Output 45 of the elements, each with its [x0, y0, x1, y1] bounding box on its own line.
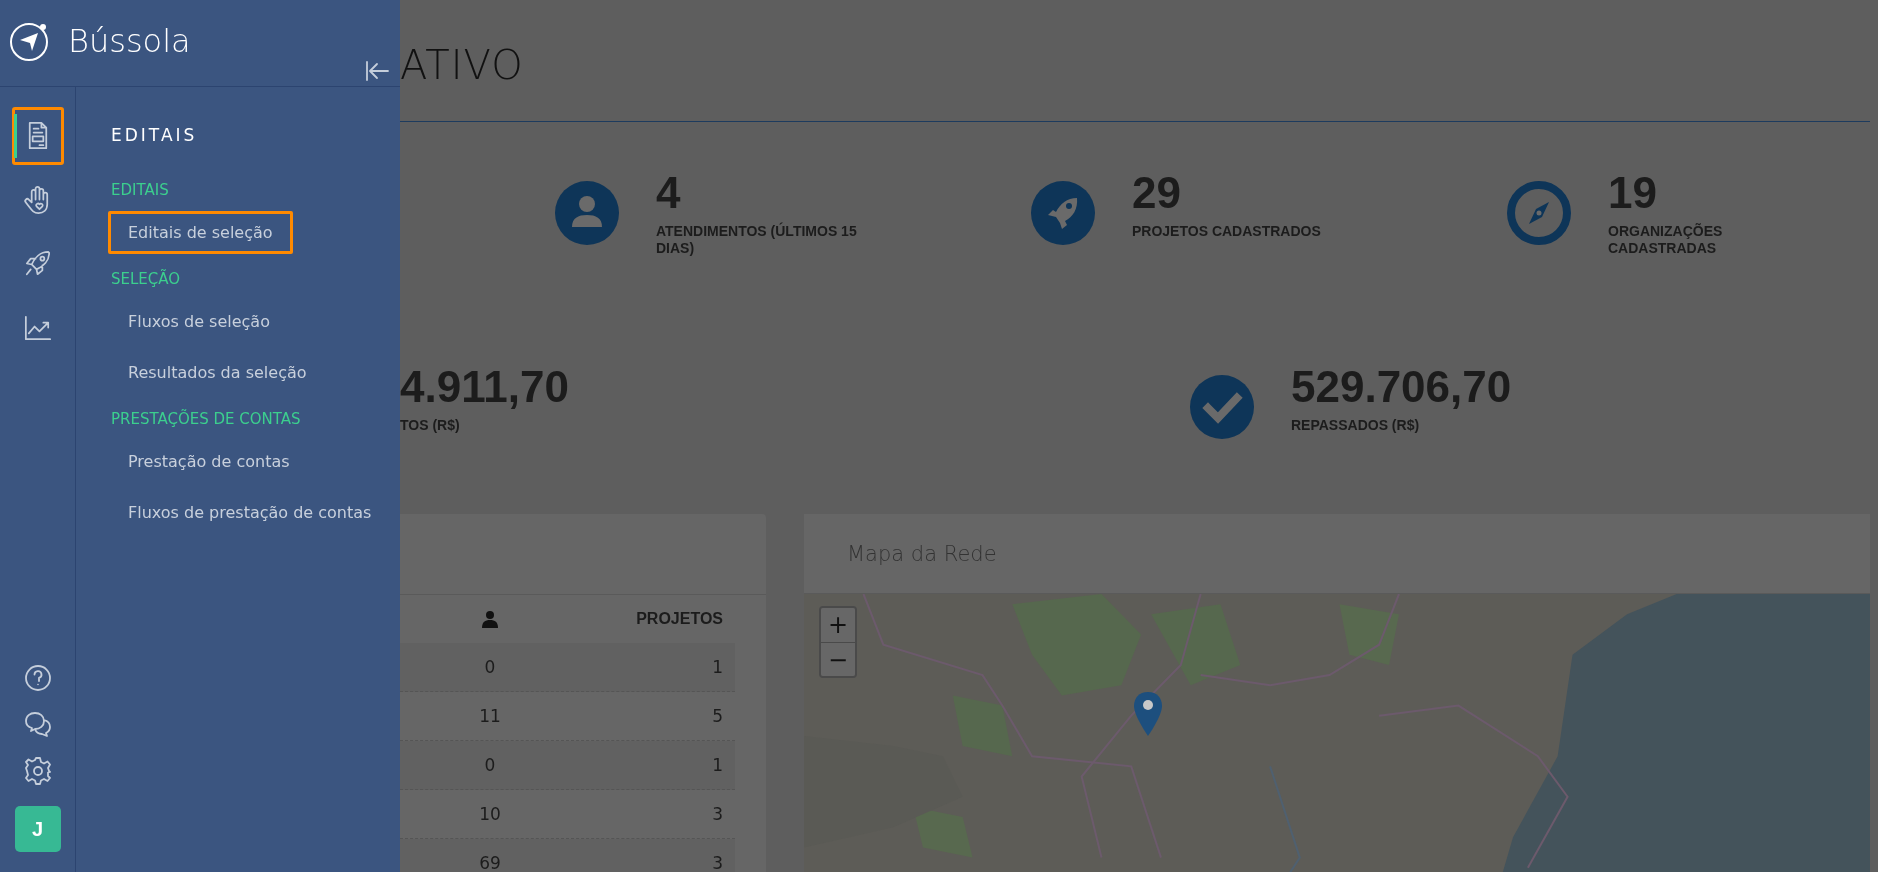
user-avatar[interactable]: J [14, 806, 61, 852]
compass-icon [1507, 181, 1571, 245]
menu-section-label: EDITAIS [111, 181, 170, 199]
table-cell-text: 3 [711, 804, 724, 824]
stat-label: PROJETOS CADASTRADOS [1132, 223, 1321, 240]
person-icon [555, 181, 619, 245]
active-indicator [13, 114, 17, 158]
menu-heading: EDITAIS [111, 125, 199, 145]
table-cell-text: 69 [478, 853, 502, 872]
stat-label: ATENDIMENTOS (ÚLTIMOS 15 DIAS) [656, 223, 858, 257]
column-header: PROJETOS [635, 610, 724, 628]
table-cell-text: 1 [711, 657, 724, 677]
person-icon [482, 610, 498, 628]
rocket-icon [1031, 181, 1095, 245]
stat-value: 29 [1132, 169, 1182, 217]
menu-item[interactable]: Fluxos de prestação de contas [108, 491, 392, 534]
zoom-out-button[interactable]: − [821, 642, 855, 676]
collapse-icon[interactable] [364, 60, 390, 82]
stat-label: TOS (R$) [400, 417, 461, 434]
table-cell-text: 10 [478, 804, 502, 824]
menu-item[interactable]: Fluxos de seleção [108, 300, 290, 343]
zoom-in-button[interactable]: + [821, 608, 855, 642]
table-cell-text: 1 [711, 755, 724, 775]
table-cell-text: 3 [711, 853, 724, 872]
menu-section-label: SELEÇÃO [111, 270, 182, 288]
menu-item[interactable]: Editais de seleção [108, 211, 293, 254]
stat-label: REPASSADOS (R$) [1291, 417, 1421, 434]
menu-item[interactable]: Resultados da seleção [108, 351, 327, 394]
table-cell-text: 5 [711, 706, 724, 726]
logo-icon [8, 20, 50, 62]
nav-button[interactable] [11, 107, 64, 165]
menu-section-label: PRESTAÇÕES DE CONTAS [111, 410, 302, 428]
page-title: ATIVO [400, 41, 525, 90]
check-icon [1190, 375, 1254, 439]
brand-name: Bússola [68, 21, 191, 62]
stat-value: 19 [1608, 169, 1658, 217]
table-cell-text: 0 [483, 755, 497, 775]
menu-item[interactable]: Prestação de contas [108, 440, 310, 483]
stat-value: 4 [656, 169, 682, 217]
stat-value: 529.706,70 [1291, 363, 1512, 411]
table-cell-text: 11 [478, 706, 502, 726]
map-marker-icon [1131, 690, 1165, 738]
stat-value: 4.911,70 [400, 363, 569, 411]
stat-label: ORGANIZAÇÕES CADASTRADAS [1608, 223, 1724, 257]
table-cell-text: 0 [483, 657, 497, 677]
